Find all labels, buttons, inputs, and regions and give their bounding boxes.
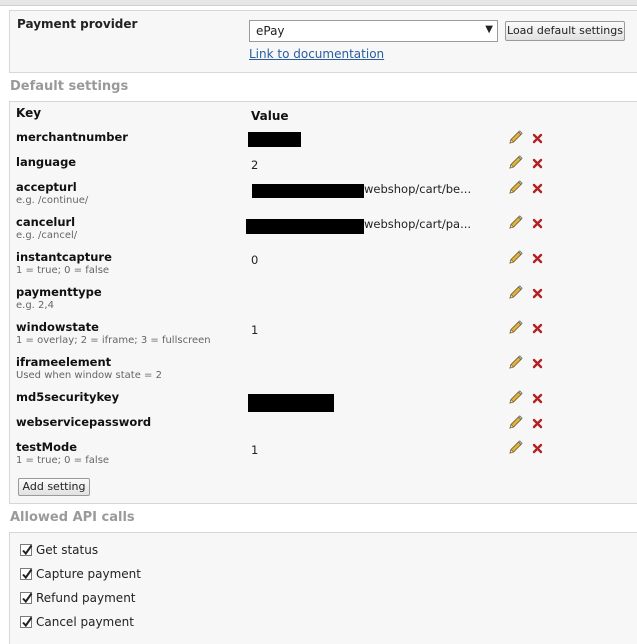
setting-row: iframeelement Used when window state = 2 xyxy=(10,355,637,385)
setting-row: accepturl e.g. /continue/webshop/cart/be.… xyxy=(10,180,637,210)
setting-hint: e.g. /cancel/ xyxy=(16,230,78,241)
pencil-icon[interactable] xyxy=(508,415,523,430)
setting-key: paymenttype xyxy=(16,285,102,299)
api-call-label: Capture payment xyxy=(36,567,141,581)
setting-key: md5securitykey xyxy=(16,390,120,404)
setting-key: merchantnumber xyxy=(16,130,128,144)
setting-key: testMode xyxy=(16,440,78,454)
setting-row: paymenttype e.g. 2,4 xyxy=(10,285,637,315)
setting-key: language xyxy=(16,155,77,169)
setting-hint: Used when window state = 2 xyxy=(16,370,162,381)
default-settings-panel: Key Value merchantnumber language 2 acceptu… xyxy=(9,101,637,504)
redacted-value-block xyxy=(248,132,301,147)
api-call-label: Get status xyxy=(36,543,99,557)
api-call-checkbox[interactable] xyxy=(20,592,33,604)
setting-key: instantcapture xyxy=(16,250,112,264)
delete-x-icon[interactable] xyxy=(532,158,543,169)
api-call-checkbox[interactable] xyxy=(20,568,33,580)
delete-x-icon[interactable] xyxy=(532,133,543,144)
setting-value: webshop/cart/pa... xyxy=(364,217,472,231)
setting-hint: e.g. 2,4 xyxy=(16,300,54,311)
setting-value: 1 xyxy=(251,443,259,457)
delete-x-icon[interactable] xyxy=(532,323,543,334)
setting-value: webshop/cart/be... xyxy=(364,182,472,196)
allowed-api-calls-panel: Get status Capture payment Refund payment C… xyxy=(9,532,637,644)
payment-provider-selected: ePay xyxy=(256,24,285,38)
column-header-key: Key xyxy=(16,106,42,120)
setting-hint: 1 = overlay; 2 = iframe; 3 = fullscreen xyxy=(16,335,211,346)
documentation-link[interactable]: Link to documentation xyxy=(249,47,384,61)
delete-x-icon[interactable] xyxy=(532,393,543,404)
setting-value: 1 xyxy=(251,323,259,337)
top-bar xyxy=(0,0,637,6)
setting-key: windowstate xyxy=(16,320,99,334)
redacted-value-block xyxy=(246,219,364,234)
delete-x-icon[interactable] xyxy=(532,288,543,299)
payment-provider-select[interactable]: ePay ▼ xyxy=(249,20,498,42)
pencil-icon[interactable] xyxy=(508,285,523,300)
api-call-label: Cancel payment xyxy=(36,615,134,629)
setting-hint: 1 = true; 0 = false xyxy=(16,455,110,466)
load-default-settings-button[interactable]: Load default settings xyxy=(505,21,625,41)
pencil-icon[interactable] xyxy=(508,130,523,145)
chevron-down-icon: ▼ xyxy=(485,24,493,35)
setting-row: testMode 1 = true; 0 = false 1 xyxy=(10,440,637,470)
setting-key: iframeelement xyxy=(16,355,112,369)
allowed-api-calls-title: Allowed API calls xyxy=(10,510,135,525)
api-call-checkbox[interactable] xyxy=(20,616,33,628)
redacted-value-block xyxy=(248,394,334,412)
api-call-checkbox[interactable] xyxy=(20,544,33,556)
pencil-icon[interactable] xyxy=(508,215,523,230)
setting-row: instantcapture 1 = true; 0 = false 0 xyxy=(10,250,637,280)
setting-value: 2 xyxy=(251,158,259,172)
setting-key: cancelurl xyxy=(16,215,76,229)
setting-key: webservicepassword xyxy=(16,415,152,429)
payment-provider-panel: Payment provider ePay ▼ Load default set… xyxy=(9,10,637,73)
pencil-icon[interactable] xyxy=(508,180,523,195)
pencil-icon[interactable] xyxy=(508,355,523,370)
setting-value: 0 xyxy=(251,253,259,267)
pencil-icon[interactable] xyxy=(508,440,523,455)
delete-x-icon[interactable] xyxy=(532,358,543,369)
api-call-label: Refund payment xyxy=(36,591,136,605)
setting-hint: e.g. /continue/ xyxy=(16,195,89,206)
setting-key: accepturl xyxy=(16,180,77,194)
pencil-icon[interactable] xyxy=(508,155,523,170)
column-header-value: Value xyxy=(251,109,289,123)
redacted-value-block xyxy=(252,184,364,198)
default-settings-title: Default settings xyxy=(10,79,129,94)
payment-provider-label: Payment provider xyxy=(17,17,138,31)
setting-row: cancelurl e.g. /cancel/webshop/cart/pa... xyxy=(10,215,637,245)
delete-x-icon[interactable] xyxy=(532,443,543,454)
pencil-icon[interactable] xyxy=(508,390,523,405)
delete-x-icon[interactable] xyxy=(532,253,543,264)
pencil-icon[interactable] xyxy=(508,250,523,265)
delete-x-icon[interactable] xyxy=(532,218,543,229)
delete-x-icon[interactable] xyxy=(532,183,543,194)
pencil-icon[interactable] xyxy=(508,320,523,335)
delete-x-icon[interactable] xyxy=(532,418,543,429)
setting-hint: 1 = true; 0 = false xyxy=(16,265,110,276)
add-setting-button[interactable]: Add setting xyxy=(18,478,90,496)
setting-row: windowstate 1 = overlay; 2 = iframe; 3 = … xyxy=(10,320,637,350)
